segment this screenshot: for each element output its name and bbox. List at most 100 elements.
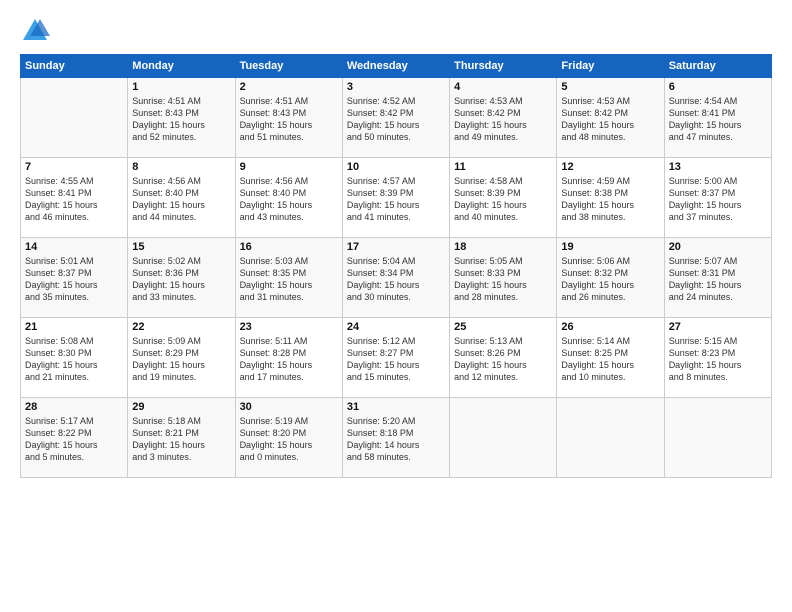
day-cell: 28 Sunrise: 5:17 AM Sunset: 8:22 PM Dayli… (21, 398, 128, 478)
day-number: 20 (669, 241, 767, 253)
calendar-table: SundayMondayTuesdayWednesdayThursdayFrid… (20, 54, 772, 478)
header-cell-sunday: Sunday (21, 55, 128, 78)
day-info: Sunrise: 4:55 AM Sunset: 8:41 PM Dayligh… (25, 175, 123, 224)
day-cell: 30Sunrise: 5:19 AM Sunset: 8:20 PM Dayli… (235, 398, 342, 478)
day-number: 9 (240, 161, 338, 173)
week-row-0: 1 Sunrise: 4:51 AM Sunset: 8:43 PM Daylig… (21, 78, 772, 158)
day-cell: 1Sunrise: 4:51 AM Sunset: 8:43 PM Daylig… (128, 78, 235, 158)
day-number: 13 (669, 161, 767, 173)
day-number: 2 (240, 81, 338, 93)
day-cell: 6 Sunrise: 4:54 AM Sunset: 8:41 PM Daylig… (664, 78, 771, 158)
week-row-4: 28 Sunrise: 5:17 AM Sunset: 8:22 PM Dayli… (21, 398, 772, 478)
day-cell: 22 Sunrise: 5:09 AM Sunset: 8:29 PM Dayli… (128, 318, 235, 398)
day-cell: 10 Sunrise: 4:57 AM Sunset: 8:39 PM Dayli… (342, 158, 449, 238)
day-info: Sunrise: 5:02 AM Sunset: 8:36 PM Dayligh… (132, 255, 230, 304)
day-number: 3 (347, 81, 445, 93)
day-number: 19 (561, 241, 659, 253)
day-number: 16 (240, 241, 338, 253)
day-cell: 31 Sunrise: 5:20 AM Sunset: 8:18 PM Dayli… (342, 398, 449, 478)
day-cell: 9 Sunrise: 4:56 AM Sunset: 8:40 PM Daylig… (235, 158, 342, 238)
day-number: 17 (347, 241, 445, 253)
day-info: Sunrise: 5:11 AM Sunset: 8:28 PM Dayligh… (240, 335, 338, 384)
day-info: Sunrise: 5:14 AM Sunset: 8:25 PM Dayligh… (561, 335, 659, 384)
day-info: Sunrise: 4:54 AM Sunset: 8:41 PM Dayligh… (669, 95, 767, 144)
day-cell: 13 Sunrise: 5:00 AM Sunset: 8:37 PM Dayli… (664, 158, 771, 238)
header-cell-friday: Friday (557, 55, 664, 78)
day-info: Sunrise: 4:53 AM Sunset: 8:42 PM Dayligh… (454, 95, 552, 144)
day-number: 8 (132, 161, 230, 173)
day-cell: 20 Sunrise: 5:07 AM Sunset: 8:31 PM Dayli… (664, 238, 771, 318)
day-info: Sunrise: 4:57 AM Sunset: 8:39 PM Dayligh… (347, 175, 445, 224)
logo (20, 16, 53, 46)
day-info: Sunrise: 5:04 AM Sunset: 8:34 PM Dayligh… (347, 255, 445, 304)
header-row: SundayMondayTuesdayWednesdayThursdayFrid… (21, 55, 772, 78)
day-number: 12 (561, 161, 659, 173)
day-number: 23 (240, 321, 338, 333)
day-cell (21, 78, 128, 158)
day-info: Sunrise: 4:52 AM Sunset: 8:42 PM Dayligh… (347, 95, 445, 144)
day-info: Sunrise: 5:01 AM Sunset: 8:37 PM Dayligh… (25, 255, 123, 304)
day-info: Sunrise: 4:59 AM Sunset: 8:38 PM Dayligh… (561, 175, 659, 224)
day-number: 10 (347, 161, 445, 173)
day-cell: 19 Sunrise: 5:06 AM Sunset: 8:32 PM Dayli… (557, 238, 664, 318)
header-cell-tuesday: Tuesday (235, 55, 342, 78)
day-cell: 8Sunrise: 4:56 AM Sunset: 8:40 PM Daylig… (128, 158, 235, 238)
day-info: Sunrise: 5:18 AM Sunset: 8:21 PM Dayligh… (132, 415, 230, 464)
header (20, 16, 772, 46)
day-number: 29 (132, 401, 230, 413)
day-number: 27 (669, 321, 767, 333)
day-info: Sunrise: 4:58 AM Sunset: 8:39 PM Dayligh… (454, 175, 552, 224)
day-cell: 16 Sunrise: 5:03 AM Sunset: 8:35 PM Dayli… (235, 238, 342, 318)
day-info: Sunrise: 5:03 AM Sunset: 8:35 PM Dayligh… (240, 255, 338, 304)
day-info: Sunrise: 5:07 AM Sunset: 8:31 PM Dayligh… (669, 255, 767, 304)
header-cell-wednesday: Wednesday (342, 55, 449, 78)
day-cell: 15 Sunrise: 5:02 AM Sunset: 8:36 PM Dayli… (128, 238, 235, 318)
day-cell: 27 Sunrise: 5:15 AM Sunset: 8:23 PM Dayli… (664, 318, 771, 398)
day-cell: 2 Sunrise: 4:51 AM Sunset: 8:43 PM Daylig… (235, 78, 342, 158)
day-number: 24 (347, 321, 445, 333)
day-cell: 26Sunrise: 5:14 AM Sunset: 8:25 PM Dayli… (557, 318, 664, 398)
day-info: Sunrise: 5:08 AM Sunset: 8:30 PM Dayligh… (25, 335, 123, 384)
day-info: Sunrise: 5:09 AM Sunset: 8:29 PM Dayligh… (132, 335, 230, 384)
day-number: 1 (132, 81, 230, 93)
logo-icon (20, 16, 50, 46)
day-number: 6 (669, 81, 767, 93)
day-info: Sunrise: 4:51 AM Sunset: 8:43 PM Dayligh… (240, 95, 338, 144)
day-number: 7 (25, 161, 123, 173)
day-cell: 23 Sunrise: 5:11 AM Sunset: 8:28 PM Dayli… (235, 318, 342, 398)
day-number: 31 (347, 401, 445, 413)
day-cell: 24 Sunrise: 5:12 AM Sunset: 8:27 PM Dayli… (342, 318, 449, 398)
day-cell: 25Sunrise: 5:13 AM Sunset: 8:26 PM Dayli… (450, 318, 557, 398)
day-cell: 21 Sunrise: 5:08 AM Sunset: 8:30 PM Dayli… (21, 318, 128, 398)
week-row-3: 21 Sunrise: 5:08 AM Sunset: 8:30 PM Dayli… (21, 318, 772, 398)
day-number: 4 (454, 81, 552, 93)
day-number: 15 (132, 241, 230, 253)
day-info: Sunrise: 5:05 AM Sunset: 8:33 PM Dayligh… (454, 255, 552, 304)
day-number: 18 (454, 241, 552, 253)
day-number: 28 (25, 401, 123, 413)
day-info: Sunrise: 5:00 AM Sunset: 8:37 PM Dayligh… (669, 175, 767, 224)
day-number: 5 (561, 81, 659, 93)
day-info: Sunrise: 5:15 AM Sunset: 8:23 PM Dayligh… (669, 335, 767, 384)
day-number: 21 (25, 321, 123, 333)
day-cell: 17 Sunrise: 5:04 AM Sunset: 8:34 PM Dayli… (342, 238, 449, 318)
day-number: 11 (454, 161, 552, 173)
day-cell: 5Sunrise: 4:53 AM Sunset: 8:42 PM Daylig… (557, 78, 664, 158)
day-info: Sunrise: 5:13 AM Sunset: 8:26 PM Dayligh… (454, 335, 552, 384)
day-cell: 3 Sunrise: 4:52 AM Sunset: 8:42 PM Daylig… (342, 78, 449, 158)
page: SundayMondayTuesdayWednesdayThursdayFrid… (0, 0, 792, 612)
day-cell (450, 398, 557, 478)
day-cell: 4 Sunrise: 4:53 AM Sunset: 8:42 PM Daylig… (450, 78, 557, 158)
day-cell: 7 Sunrise: 4:55 AM Sunset: 8:41 PM Daylig… (21, 158, 128, 238)
day-info: Sunrise: 5:12 AM Sunset: 8:27 PM Dayligh… (347, 335, 445, 384)
header-cell-saturday: Saturday (664, 55, 771, 78)
day-number: 14 (25, 241, 123, 253)
day-number: 22 (132, 321, 230, 333)
day-info: Sunrise: 5:17 AM Sunset: 8:22 PM Dayligh… (25, 415, 123, 464)
week-row-1: 7 Sunrise: 4:55 AM Sunset: 8:41 PM Daylig… (21, 158, 772, 238)
day-info: Sunrise: 4:56 AM Sunset: 8:40 PM Dayligh… (240, 175, 338, 224)
day-cell (557, 398, 664, 478)
day-info: Sunrise: 5:20 AM Sunset: 8:18 PM Dayligh… (347, 415, 445, 464)
day-info: Sunrise: 5:06 AM Sunset: 8:32 PM Dayligh… (561, 255, 659, 304)
day-number: 30 (240, 401, 338, 413)
